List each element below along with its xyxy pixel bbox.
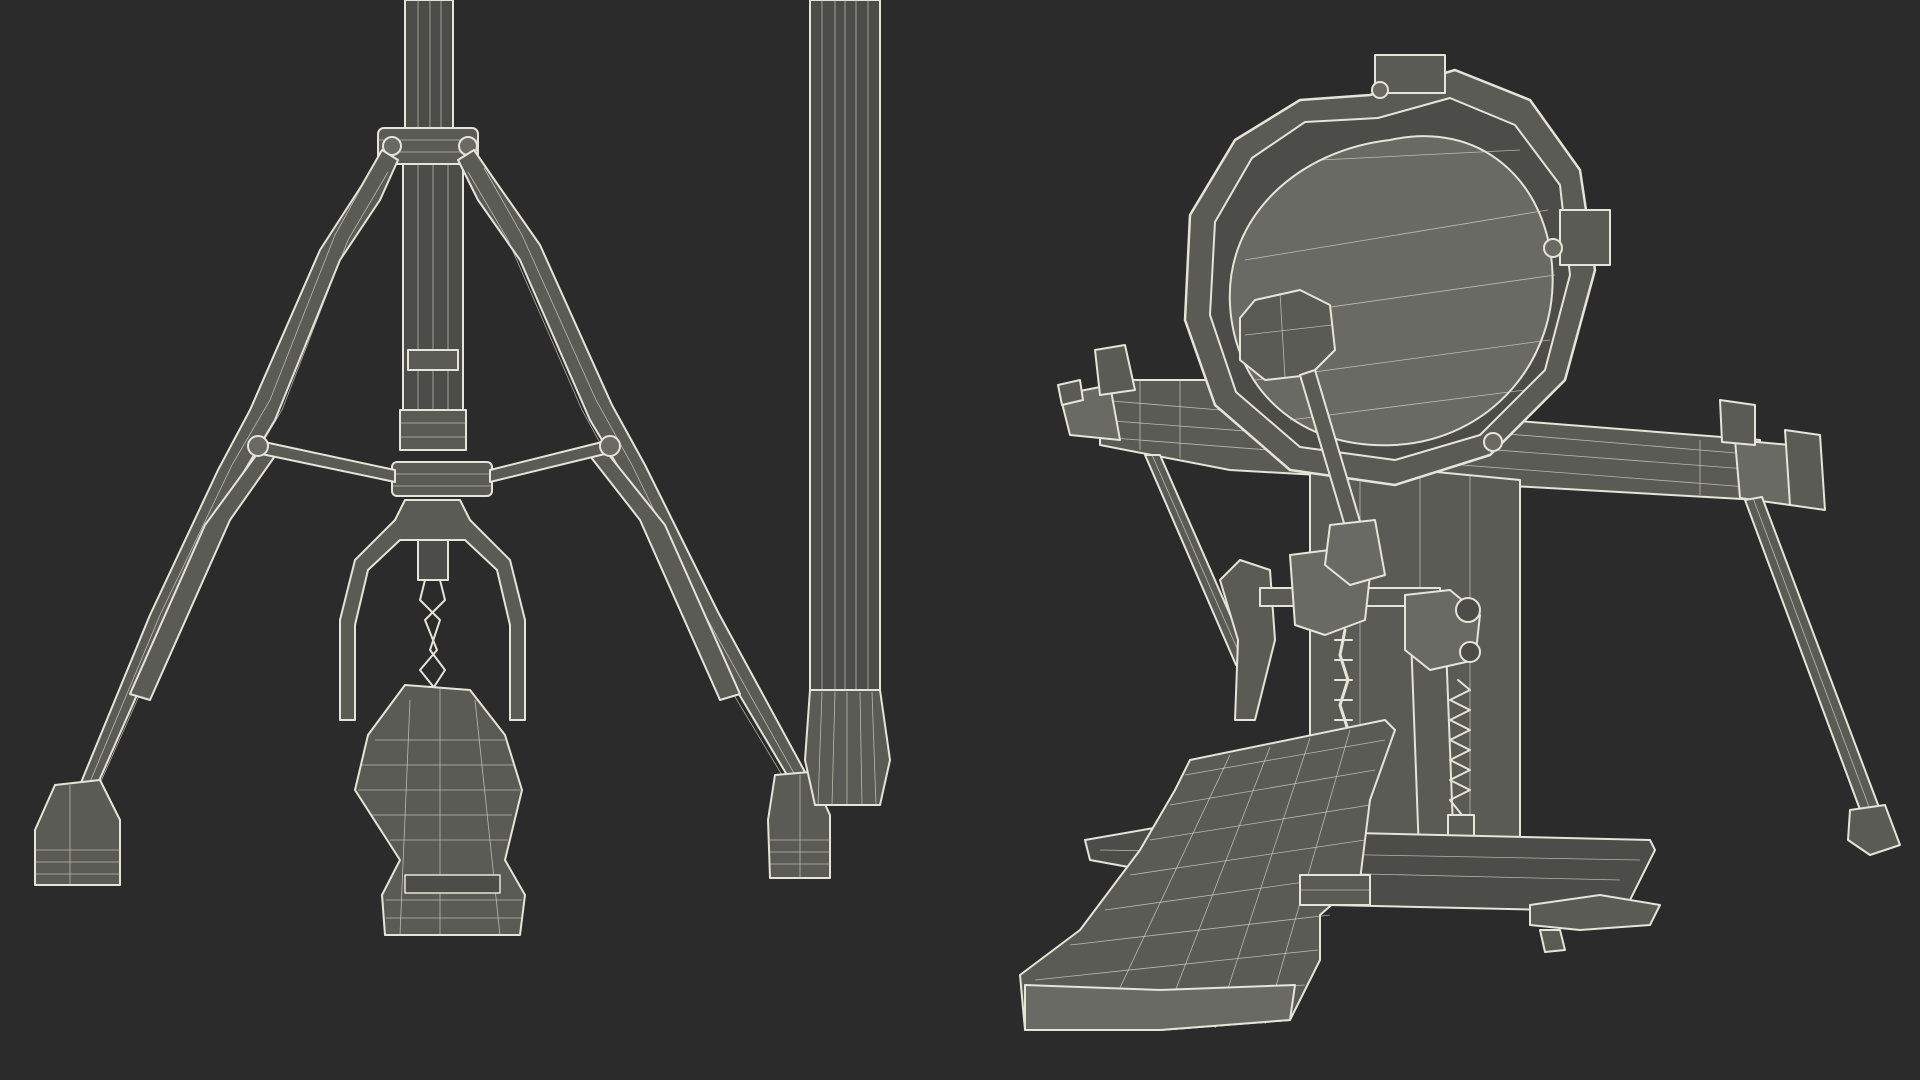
wireframe-scene <box>34 0 1901 1031</box>
kick-pad-drum-shell <box>1183 54 1611 487</box>
hi-hat-stand <box>34 0 831 936</box>
hi-hat-lower-clamp <box>391 461 493 497</box>
hi-hat-top-rod <box>404 0 454 131</box>
hi-hat-left-foot <box>34 779 121 886</box>
kick-pad-left-spur <box>1144 454 1251 666</box>
hi-hat-center-column <box>399 163 467 451</box>
wireframe-render-viewport <box>0 0 1920 1080</box>
stand-tube <box>804 0 891 806</box>
hi-hat-pedal-footboard <box>354 684 526 936</box>
stand-tube-rubber-foot <box>804 689 891 806</box>
kick-drum-trigger-pad <box>1019 54 1901 1031</box>
kick-pad-right-spur <box>1744 496 1901 856</box>
kick-pedal-heel-hinge <box>1299 874 1371 906</box>
